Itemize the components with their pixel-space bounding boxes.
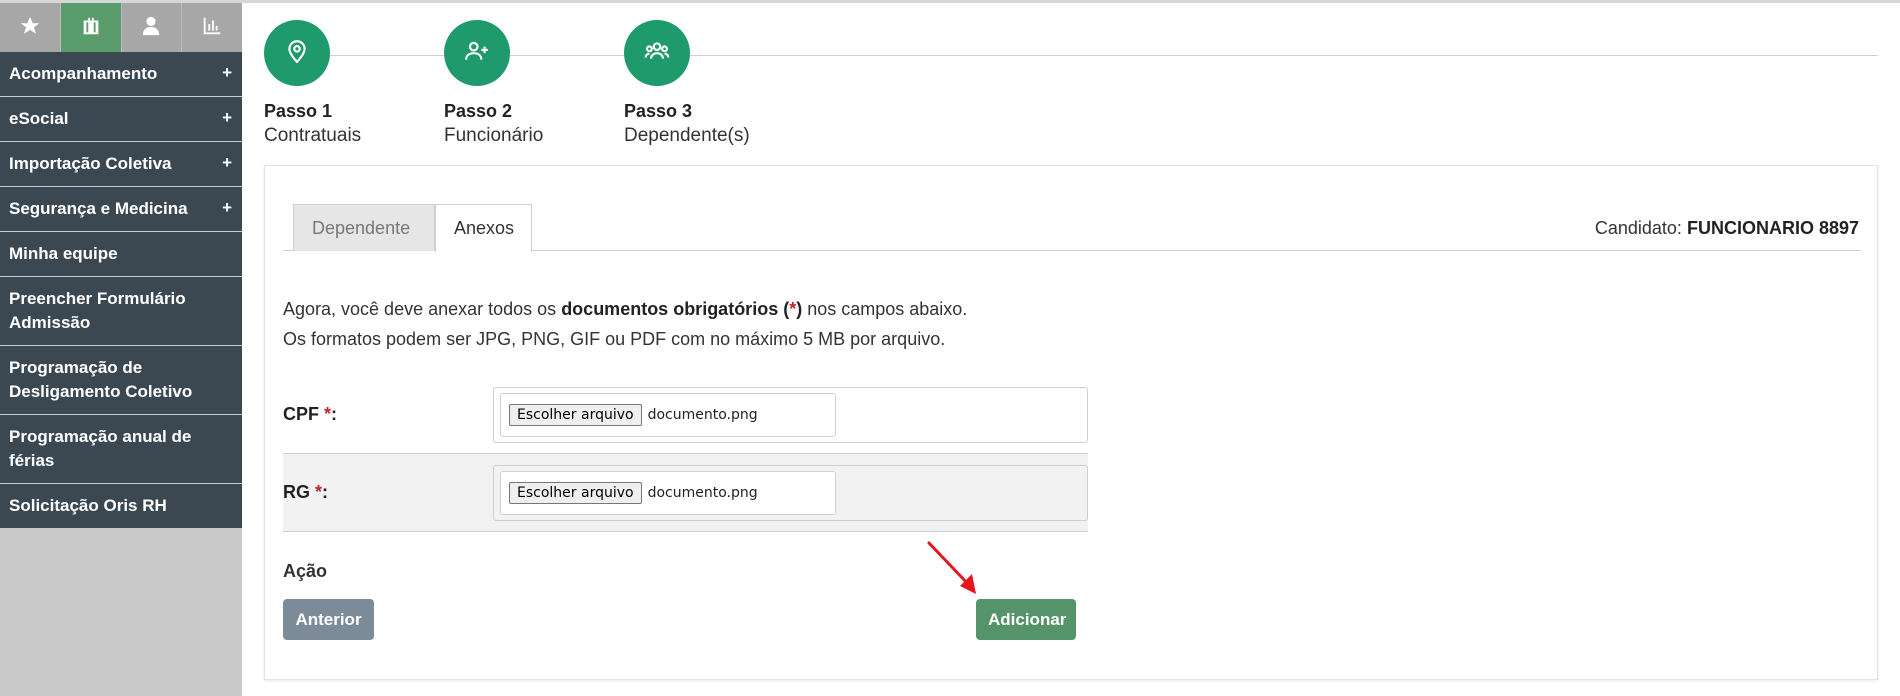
sidebar-item-ferias[interactable]: Programação anual de férias xyxy=(0,415,242,484)
rg-label: RG *: xyxy=(283,482,493,503)
sidebar-item-label: Programação anual de férias xyxy=(9,427,192,470)
sidebar-item-importacao-coletiva[interactable]: Importação Coletiva + xyxy=(0,142,242,187)
tab-user[interactable] xyxy=(121,3,183,52)
top-border xyxy=(0,0,1900,3)
instructions-text: Agora, você deve anexar todos os xyxy=(283,299,562,319)
sidebar-item-label: Programação de Desligamento Coletivo xyxy=(9,358,193,401)
group-icon xyxy=(644,38,670,68)
step-title: Passo 1 xyxy=(264,101,333,121)
step-2-circle xyxy=(444,20,510,86)
sidebar-item-esocial[interactable]: eSocial + xyxy=(0,97,242,142)
cpf-field-row: CPF *: Escolher arquivo documento.png xyxy=(283,376,1088,454)
sidebar-item-label: Segurança e Medicina xyxy=(9,199,188,218)
cpf-choose-file-button[interactable]: Escolher arquivo xyxy=(509,403,642,426)
field-label-text: CPF xyxy=(283,404,319,424)
rg-choose-file-button[interactable]: Escolher arquivo xyxy=(509,481,642,504)
previous-button[interactable]: Anterior xyxy=(283,599,374,640)
add-button[interactable]: Adicionar xyxy=(976,599,1076,640)
sidebar-item-seguranca-medicina[interactable]: Segurança e Medicina + xyxy=(0,187,242,232)
sidebar-item-minha-equipe[interactable]: Minha equipe xyxy=(0,232,242,277)
sidebar-item-desligamento-coletivo[interactable]: Programação de Desligamento Coletivo xyxy=(0,346,242,415)
sidebar-item-acompanhamento[interactable]: Acompanhamento + xyxy=(0,52,242,97)
step-subtitle: Funcionário xyxy=(444,125,544,146)
tab-reports[interactable] xyxy=(182,3,242,52)
tab-favorites[interactable] xyxy=(0,3,61,52)
sidebar-icon-tabs xyxy=(0,3,242,52)
expand-icon: + xyxy=(222,153,232,172)
attachments-panel: Dependente Anexos Candidato: FUNCIONARIO… xyxy=(264,165,1878,680)
instructions-line-1: Agora, você deve anexar todos os documen… xyxy=(283,294,967,324)
required-mark: * xyxy=(324,404,332,424)
cpf-file-name: documento.png xyxy=(647,406,758,423)
tab-dependente[interactable]: Dependente xyxy=(293,204,435,251)
expand-icon: + xyxy=(222,198,232,217)
expand-icon: + xyxy=(222,108,232,127)
user-plus-icon xyxy=(464,38,490,68)
required-mark: * xyxy=(315,482,323,502)
step-subtitle: Dependente(s) xyxy=(624,125,750,146)
instructions-bold-text: documentos obrigatórios ( xyxy=(561,299,790,319)
step-2: Passo 2 Funcionário xyxy=(444,20,614,147)
expand-icon: + xyxy=(222,63,232,82)
sidebar-menu: Acompanhamento + eSocial + Importação Co… xyxy=(0,52,242,529)
user-icon xyxy=(140,15,162,41)
instructions-text-end: nos campos abaixo. xyxy=(802,299,968,319)
rg-file-input[interactable]: Escolher arquivo documento.png xyxy=(500,470,836,515)
candidate-info: Candidato: FUNCIONARIO 8897 xyxy=(1595,218,1859,239)
step-title: Passo 3 xyxy=(624,101,693,121)
step-subtitle: Contratuais xyxy=(264,125,362,146)
step-title: Passo 2 xyxy=(444,101,513,121)
tab-briefcase[interactable] xyxy=(60,3,122,52)
cpf-label: CPF *: xyxy=(283,404,493,425)
action-label: Ação xyxy=(283,561,328,581)
instructions-line-2: Os formatos podem ser JPG, PNG, GIF ou P… xyxy=(283,329,946,349)
step-3: Passo 3 Dependente(s) xyxy=(624,20,794,147)
sidebar-item-label: Minha equipe xyxy=(9,244,118,263)
label-colon: : xyxy=(322,482,329,502)
map-pin-icon xyxy=(284,38,310,68)
stepper: Passo 1 Contratuais Passo 2 Funcionário … xyxy=(264,20,1878,150)
step-1: Passo 1 Contratuais xyxy=(264,20,434,147)
cpf-file-wrapper: Escolher arquivo documento.png xyxy=(493,386,1088,443)
annotation-arrow-icon xyxy=(927,541,976,594)
instructions-bold: documentos obrigatórios (*) xyxy=(561,299,802,319)
sidebar-item-label: eSocial xyxy=(9,109,69,128)
label-colon: : xyxy=(331,404,338,424)
sidebar-item-label: Acompanhamento xyxy=(9,64,158,83)
sidebar: Acompanhamento + eSocial + Importação Co… xyxy=(0,3,242,696)
step-1-circle xyxy=(264,20,330,86)
sidebar-item-oris-rh[interactable]: Solicitação Oris RH xyxy=(0,484,242,529)
field-label-text: RG xyxy=(283,482,310,502)
briefcase-icon xyxy=(80,15,102,41)
rg-file-wrapper: Escolher arquivo documento.png xyxy=(493,464,1088,521)
star-icon xyxy=(19,15,41,41)
sidebar-item-label: Solicitação Oris RH xyxy=(9,496,167,515)
sidebar-item-label: Preencher Formulário Admissão xyxy=(9,289,186,332)
bar-chart-icon xyxy=(201,15,223,41)
rg-field-row: RG *: Escolher arquivo documento.png xyxy=(283,454,1088,532)
cpf-file-input[interactable]: Escolher arquivo documento.png xyxy=(500,392,836,437)
sidebar-item-label: Importação Coletiva xyxy=(9,154,172,173)
instructions: Agora, você deve anexar todos os documen… xyxy=(283,294,967,354)
rg-file-name: documento.png xyxy=(647,484,758,501)
candidate-name: FUNCIONARIO 8897 xyxy=(1686,218,1859,238)
tab-anexos[interactable]: Anexos xyxy=(435,204,532,252)
sidebar-item-formulario-admissao[interactable]: Preencher Formulário Admissão xyxy=(0,277,242,346)
candidate-label: Candidato: xyxy=(1594,218,1682,238)
step-3-circle xyxy=(624,20,690,86)
